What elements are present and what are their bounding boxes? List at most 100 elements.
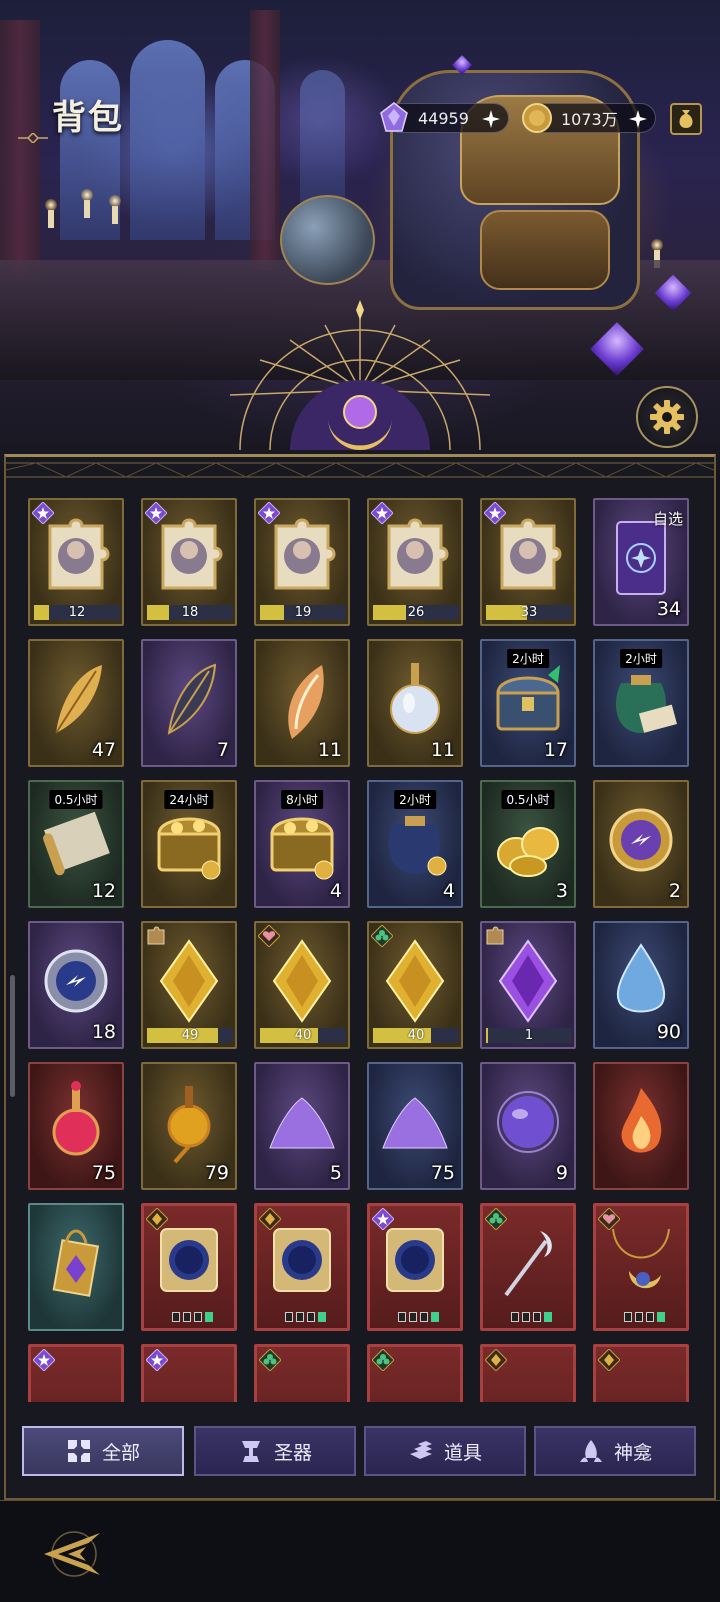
tab-all[interactable]: 全部 (22, 1426, 184, 1476)
inventory-item[interactable] (28, 1203, 124, 1331)
settings-button[interactable] (636, 386, 698, 448)
inventory-item[interactable]: 12 (28, 498, 124, 626)
inventory-item[interactable] (593, 1344, 689, 1402)
inventory-item[interactable]: 19 (254, 498, 350, 626)
inventory-item[interactable]: 18 (141, 498, 237, 626)
inventory-item[interactable]: 47 (28, 639, 124, 767)
upgrade-slot (205, 1312, 213, 1322)
upgrade-slot (657, 1312, 665, 1322)
inventory-item[interactable]: 2 (593, 780, 689, 908)
inventory-item[interactable] (480, 1344, 576, 1402)
sparkle-add-icon[interactable] (482, 110, 500, 128)
upgrade-slot (646, 1312, 654, 1322)
progress-text: 40 (294, 1028, 312, 1043)
inventory-item[interactable]: 75 (367, 1062, 463, 1190)
inventory-item[interactable]: 40 (254, 921, 350, 1049)
inventory-item[interactable]: 33 (480, 498, 576, 626)
inventory-item[interactable] (367, 1344, 463, 1402)
inventory-item[interactable]: 0.5小时 12 (28, 780, 124, 908)
progress-text: 49 (181, 1028, 199, 1043)
item-quantity: 75 (91, 1162, 116, 1184)
item-quantity: 3 (555, 880, 568, 902)
inventory-item[interactable]: 2小时 17 (480, 639, 576, 767)
inventory-item[interactable]: 9 (480, 1062, 576, 1190)
inventory-item[interactable]: 79 (141, 1062, 237, 1190)
tab-items-label: 道具 (443, 1441, 482, 1464)
coin-currency[interactable]: 1073万 (522, 103, 656, 133)
tab-all-label: 全部 (101, 1441, 140, 1464)
inventory-item[interactable]: 1 (480, 921, 576, 1049)
shop-button[interactable] (670, 103, 702, 135)
inventory-item[interactable]: 40 (367, 921, 463, 1049)
upgrade-slots (398, 1312, 439, 1322)
elixir-gold-icon (149, 1076, 229, 1172)
inventory-item[interactable]: 90 (593, 921, 689, 1049)
relic-icon (241, 1441, 260, 1462)
upgrade-slots (172, 1312, 213, 1322)
drop-icon (601, 935, 681, 1031)
inventory-item[interactable]: 26 (367, 498, 463, 626)
inventory-item[interactable] (141, 1344, 237, 1402)
timer-badge: 24小时 (164, 790, 214, 809)
inventory-item[interactable] (367, 1203, 463, 1331)
progress-bar: 18 (147, 605, 233, 620)
timer-badge: 2小时 (394, 790, 436, 809)
crystal-currency[interactable]: 44959 (380, 102, 509, 133)
gear-icon (650, 400, 684, 434)
upgrade-slot (624, 1312, 632, 1322)
grid-icon (67, 1440, 90, 1462)
candle (109, 194, 121, 224)
inventory-item[interactable] (593, 1062, 689, 1190)
inventory-item[interactable]: 7 (141, 639, 237, 767)
item-quantity: 11 (317, 739, 342, 761)
shrine-icon (579, 1440, 602, 1462)
inventory-item[interactable]: 8小时 4 (254, 780, 350, 908)
timer-badge: 0.5小时 (49, 790, 103, 809)
inventory-item[interactable] (480, 1203, 576, 1331)
tab-items[interactable]: 道具 (364, 1426, 526, 1476)
inventory-item[interactable]: 11 (254, 639, 350, 767)
progress-text: 12 (68, 605, 86, 620)
inventory-item[interactable] (254, 1344, 350, 1402)
diamond-gold-icon (262, 935, 342, 1031)
teapot-illustration (280, 195, 375, 285)
inventory-item[interactable]: 5 (254, 1062, 350, 1190)
progress-bar: 40 (373, 1028, 459, 1043)
diamond-purple-icon (488, 935, 568, 1031)
header-banner: 背包 44959 1073万 (0, 0, 720, 470)
tab-shrine[interactable]: 神龛 (534, 1426, 696, 1476)
candle (81, 188, 93, 218)
puzzle-icon (375, 512, 455, 608)
progress-bar: 40 (260, 1028, 346, 1043)
inventory-item[interactable]: 75 (28, 1062, 124, 1190)
inventory-item[interactable]: 24小时 (141, 780, 237, 908)
item-quantity: 2 (668, 880, 681, 902)
tab-shrine-label: 神龛 (613, 1441, 652, 1464)
window (130, 40, 205, 240)
dust-icon (375, 1076, 455, 1172)
inventory-item[interactable]: 11 (367, 639, 463, 767)
diamond-gold-icon (375, 935, 455, 1031)
item-quantity: 17 (543, 739, 568, 761)
title-ornament (18, 133, 48, 143)
inventory-item[interactable] (593, 1203, 689, 1331)
tab-relics[interactable]: 圣器 (194, 1426, 356, 1476)
upgrade-slot (285, 1312, 293, 1322)
inventory-item[interactable]: 2小时 (593, 639, 689, 767)
back-arrow-icon[interactable] (36, 1519, 106, 1589)
inventory-item[interactable] (28, 1344, 124, 1402)
inventory-item[interactable]: 2小时 4 (367, 780, 463, 908)
upgrade-slot (511, 1312, 519, 1322)
progress-bar: 33 (486, 605, 572, 620)
inventory-item[interactable]: 0.5小时 3 (480, 780, 576, 908)
inventory-item[interactable]: 18 (28, 921, 124, 1049)
upgrade-slot (318, 1312, 326, 1322)
inventory-item[interactable]: 49 (141, 921, 237, 1049)
sparkle-add-icon[interactable] (629, 110, 647, 128)
inventory-item[interactable] (141, 1203, 237, 1331)
moon-arch-ornament (229, 300, 491, 451)
inventory-item[interactable] (254, 1203, 350, 1331)
puzzle-icon (36, 512, 116, 608)
upgrade-slot (307, 1312, 315, 1322)
inventory-item[interactable]: 自选 34 (593, 498, 689, 626)
